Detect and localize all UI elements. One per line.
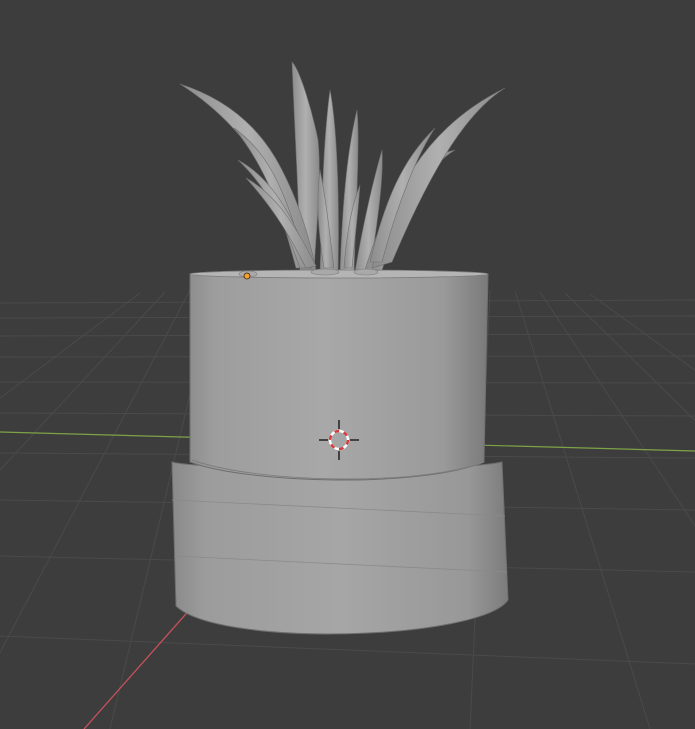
viewport-canvas[interactable]	[0, 0, 695, 729]
pot-base	[171, 461, 509, 635]
object-origin-icon[interactable]	[243, 272, 251, 280]
3d-viewport[interactable]	[0, 0, 695, 729]
